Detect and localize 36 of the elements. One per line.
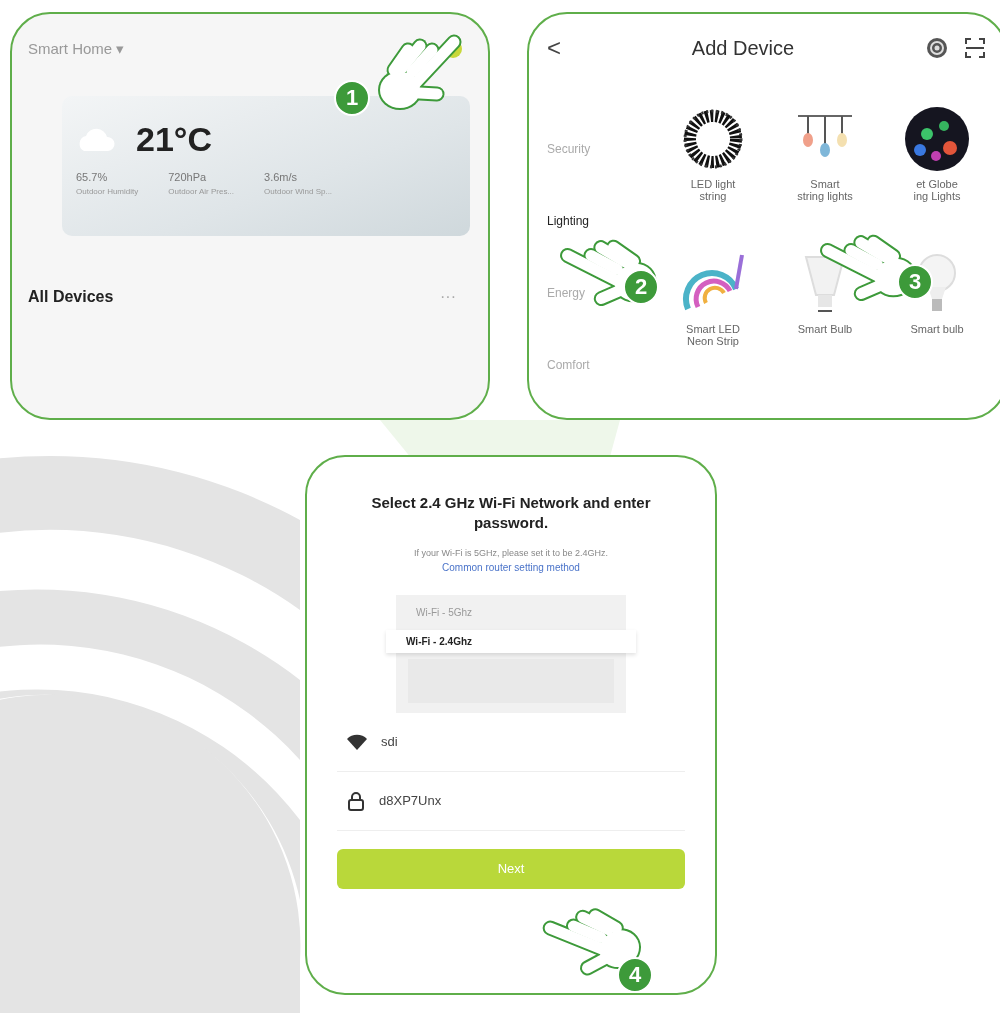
screen-title: Select 2.4 GHz Wi-Fi Network and enter password.	[370, 493, 652, 534]
temperature-text: 21°C	[136, 120, 212, 159]
device-label: Smart Bulb	[797, 323, 853, 335]
scan-icon[interactable]	[963, 36, 987, 60]
device-label: et Globe ing Lights	[913, 178, 961, 202]
stat-value: 3.6m/s	[264, 171, 299, 183]
input-field[interactable]: d8XP7Unx	[337, 771, 685, 831]
lock-icon	[347, 790, 365, 811]
device-label: Smart bulb	[910, 323, 964, 335]
stat-value: 720hPa	[168, 171, 208, 183]
router-help-link[interactable]: Common router setting method	[442, 561, 580, 573]
stat-value: 65.7%	[76, 171, 109, 183]
network-item: Wi-Fi - 5Ghz	[415, 605, 474, 620]
back-button[interactable]: <	[547, 34, 561, 62]
hint-text: If your Wi-Fi is 5GHz, please set it to be 2.4GHz.	[413, 547, 609, 558]
more-button[interactable]: ···	[440, 288, 456, 306]
device-label: Smart string lights	[797, 178, 853, 202]
step-badge: 2	[623, 269, 659, 305]
light-globe-drawing[interactable]	[902, 104, 972, 174]
home-selector[interactable]: Smart Home ▾	[28, 40, 125, 58]
stat-label: Outdoor Humidity	[76, 187, 139, 196]
section-title: All Devices	[28, 288, 114, 306]
wifi-icon	[347, 733, 367, 750]
category-tab[interactable]: Lighting	[547, 214, 647, 228]
network-item: Wi-Fi - 2.4Ghz	[386, 629, 636, 653]
device-label: Smart LED Neon Strip	[686, 323, 740, 347]
device-label: LED light string	[690, 178, 736, 202]
step-badge: 4	[617, 957, 653, 993]
step-badge: 1	[334, 80, 370, 116]
target-icon[interactable]	[925, 36, 949, 60]
category-tab[interactable]: Comfort	[547, 358, 647, 372]
next-button[interactable]: Next	[337, 848, 685, 889]
stat-label: Outdoor Air Pres...	[168, 187, 235, 196]
category-tab[interactable]: Security	[547, 142, 647, 156]
input-field[interactable]: sdi	[337, 712, 685, 772]
screen-title: Add Device	[690, 36, 796, 60]
